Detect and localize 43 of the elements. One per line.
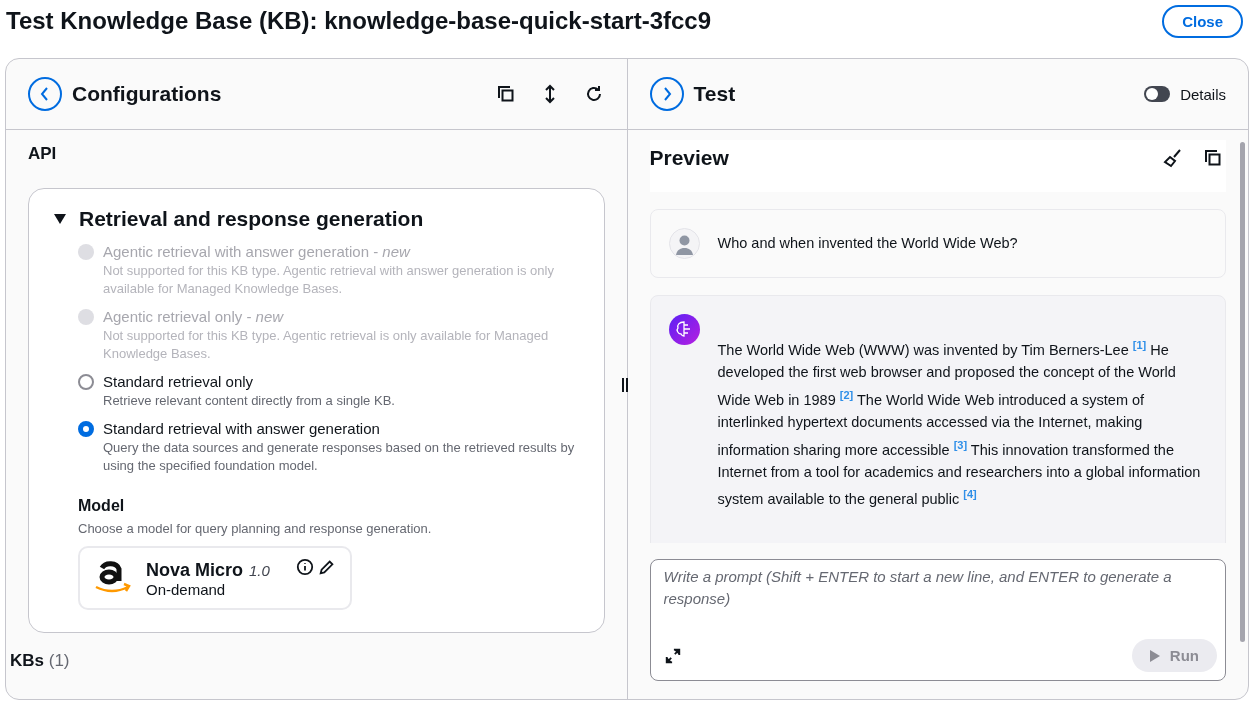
model-name: Nova Micro (146, 560, 244, 581)
option-label: Agentic retrieval only - new (103, 308, 285, 325)
clear-button[interactable] (1162, 147, 1184, 169)
dialog-title: Test Knowledge Base (KB): knowledge-base-quick-start-3fcc9 (6, 7, 712, 35)
option-description: Retrieve relevant content directly from a single KB. (103, 392, 395, 410)
scrollbar[interactable] (1240, 142, 1245, 642)
play-icon (1149, 649, 1160, 662)
section-label: API (28, 144, 58, 164)
expand-icon (663, 646, 682, 665)
broom-icon (1163, 148, 1183, 168)
model-version: 1.0 (249, 562, 270, 579)
copy-button[interactable] (1202, 147, 1224, 169)
section-label: KBs (1) (10, 651, 71, 671)
toggle-label: Details (1180, 85, 1226, 103)
model-mode: On-demand (146, 581, 227, 598)
preview-title: Preview (649, 146, 729, 170)
response-text: The World Wide Web (WWW) was invented by Tim Berners-Lee $^{[1]}$ He developed the first web browser and proposed the concept of the World Wide Web in 1989 $^{[2]}$ The World Wide Web introduced a system of interlinked hypertext documents accessed via the Internet, making information sharing more accessible $^{[3]}$ This innovation transformed the Internet from a tool for academics and researchers into a global information system available to the general public $^{[4]}$ (717, 338, 1202, 510)
option-label: Standard retrieval only (103, 373, 255, 390)
details-toggle[interactable] (1144, 86, 1171, 102)
user-avatar-icon (668, 228, 700, 259)
pencil-icon (318, 558, 336, 576)
section-header[interactable]: Retrieval and response generation (53, 207, 424, 231)
resize-handle[interactable] (620, 378, 629, 392)
option-description: Not supported for this KB type. Agentic retrieval with answer generation is only available for Managed Knowledge Bases. (103, 262, 555, 298)
field-label: Model (78, 497, 126, 515)
field-description: Choose a model for query planning and response generation. (78, 521, 433, 536)
option-label: Standard retrieval with answer generation (103, 420, 381, 437)
collapse-button[interactable] (28, 77, 62, 111)
expand-button[interactable] (649, 77, 684, 111)
panel-title: Configurations (72, 82, 223, 106)
info-icon (296, 558, 314, 576)
chevron-left-icon (39, 87, 51, 101)
radio-button[interactable] (78, 421, 94, 437)
option-description: Query the data sources and generate responses based on the retrieved results by using the specified foundation model. (103, 439, 576, 475)
panel-title: Test (693, 82, 737, 106)
option-label: Agentic retrieval with answer generation - new (103, 243, 412, 260)
copy-icon (495, 84, 516, 104)
radio-button[interactable] (78, 374, 94, 390)
copy-icon (1203, 148, 1223, 168)
close-button[interactable]: Close (1162, 4, 1243, 38)
option-description: Not supported for this KB type. Agentic retrieval is only available for Managed Knowledge Bases. (103, 327, 550, 363)
caret-icon (53, 213, 67, 225)
question-text: Who and when invented the World Wide Web? (717, 234, 1018, 253)
